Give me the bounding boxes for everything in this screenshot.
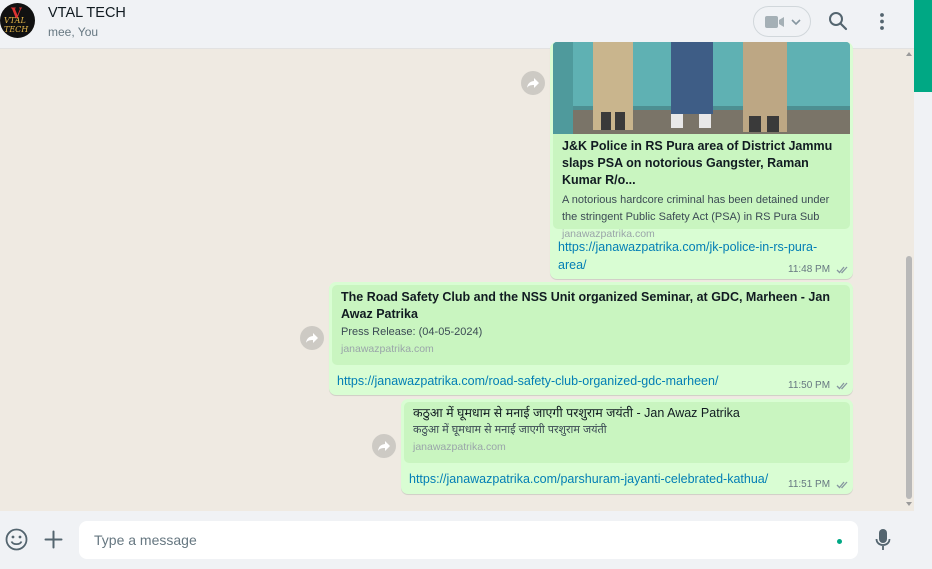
forward-button[interactable] <box>372 434 396 458</box>
message-meta: 11:51 PM <box>788 479 850 490</box>
video-call-button[interactable] <box>753 6 811 37</box>
input-status-dot <box>837 539 842 544</box>
message-link[interactable]: https://janawazpatrika.com/parshuram-jay… <box>409 470 768 488</box>
link-preview-card[interactable]: The Road Safety Club and the NSS Unit or… <box>332 285 850 365</box>
menu-icon[interactable] <box>879 11 885 31</box>
avatar[interactable]: V VTAL TECH <box>0 3 35 38</box>
forward-button[interactable] <box>300 326 324 350</box>
link-preview-card[interactable]: J&K Police in RS Pura area of District J… <box>553 134 850 240</box>
scrollbar-thumb[interactable] <box>906 256 912 499</box>
link-preview-card[interactable]: कठुआ में घूमधाम से मनाई जाएगी परशुराम जय… <box>404 402 850 463</box>
chat-title[interactable]: VTAL TECH <box>48 5 126 21</box>
scroll-up-arrow-icon[interactable] <box>906 52 912 56</box>
link-preview-title: J&K Police in RS Pura area of District J… <box>562 139 833 187</box>
search-icon[interactable] <box>828 11 848 31</box>
message-meta: 11:48 PM <box>788 264 850 275</box>
scroll-down-arrow-icon[interactable] <box>906 502 912 506</box>
link-preview-image[interactable] <box>553 42 850 134</box>
link-preview-description: A notorious hardcore criminal has been d… <box>562 194 830 223</box>
message-time: 11:50 PM <box>788 380 831 391</box>
message-bubble[interactable]: कठुआ में घूमधाम से मनाई जाएगी परशुराम जय… <box>401 399 853 494</box>
read-ticks-icon <box>836 481 848 489</box>
microphone-icon[interactable] <box>875 528 891 552</box>
link-preview-domain: janawazpatrika.com <box>413 441 506 453</box>
message-bubble[interactable]: The Road Safety Club and the NSS Unit or… <box>329 282 853 395</box>
emoji-icon[interactable] <box>5 528 28 551</box>
message-link[interactable]: https://janawazpatrika.com/road-safety-c… <box>337 372 718 390</box>
message-composer-bar <box>0 511 914 569</box>
chevron-down-icon <box>791 19 801 26</box>
read-ticks-icon <box>836 266 848 274</box>
video-call-icon <box>765 16 784 28</box>
read-ticks-icon <box>836 382 848 390</box>
forward-icon <box>527 78 539 88</box>
message-input[interactable] <box>79 521 858 559</box>
message-time: 11:48 PM <box>788 264 831 275</box>
forward-icon <box>378 441 390 451</box>
message-bubble[interactable]: J&K Police in RS Pura area of District J… <box>550 42 853 279</box>
forward-icon <box>306 333 318 343</box>
message-time: 11:51 PM <box>788 479 831 490</box>
link-preview-domain: janawazpatrika.com <box>341 343 434 355</box>
message-meta: 11:50 PM <box>788 380 850 391</box>
attach-plus-icon[interactable] <box>44 530 63 549</box>
link-preview-description: Press Release: (04-05-2024) <box>341 326 483 338</box>
link-preview-description: कठुआ में घूमधाम से मनाई जाएगी परशुराम जय… <box>413 424 607 436</box>
window-side-panel <box>914 92 932 569</box>
avatar-logo-text: VTAL TECH <box>4 16 29 34</box>
forward-button[interactable] <box>521 71 545 95</box>
link-preview-title: The Road Safety Club and the NSS Unit or… <box>341 290 830 321</box>
photo-content <box>553 42 850 134</box>
link-preview-title: कठुआ में घूमधाम से मनाई जाएगी परशुराम जय… <box>413 406 740 420</box>
window-accent-strip <box>914 0 932 92</box>
chat-participants: mee, You <box>48 25 99 39</box>
